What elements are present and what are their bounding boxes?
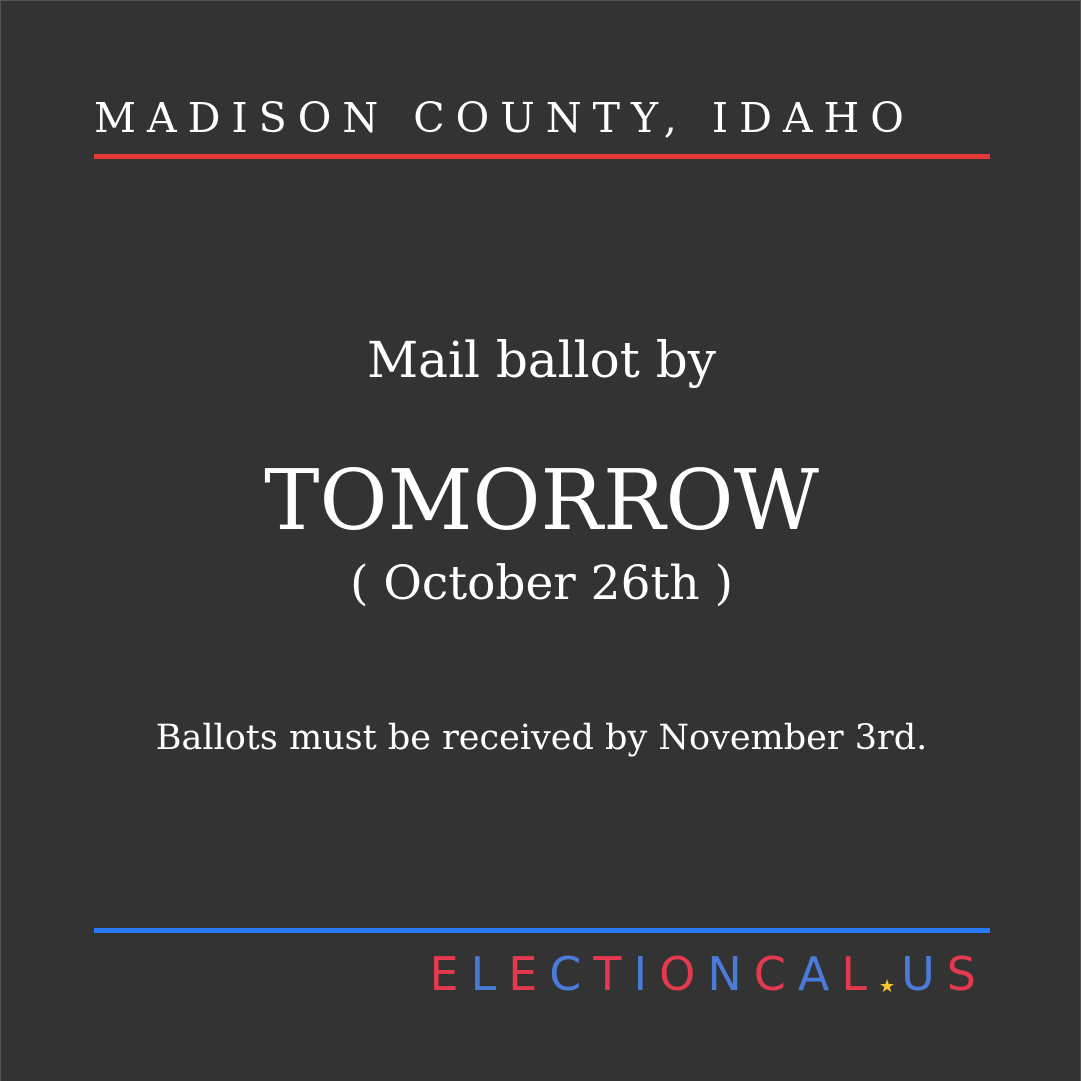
brand-letter: T (593, 947, 634, 1001)
brand-letter: C (753, 947, 798, 1001)
brand-letter: S (946, 947, 988, 1001)
brand-logo: ELECTIONCAL ★ US (430, 947, 989, 1001)
brand-letter: L (841, 947, 879, 1001)
brand-letter: N (707, 947, 754, 1001)
brand-letter: E (508, 947, 550, 1001)
deadline-date: ( October 26th ) (350, 556, 733, 611)
location-title: MADISON COUNTY, IDAHO (94, 94, 915, 142)
brand-letter: E (429, 947, 471, 1001)
brand-letter: L (470, 947, 509, 1001)
brand-letter: I (633, 947, 660, 1001)
top-divider (94, 154, 990, 159)
brand-name: ELECTIONCAL (430, 947, 879, 1001)
poster: MADISON COUNTY, IDAHO Mail ballot by TOM… (0, 0, 1081, 1081)
brand-tld: US (901, 947, 988, 1001)
deadline-word: TOMORROW (264, 452, 819, 549)
bottom-divider (94, 928, 990, 933)
brand-letter: A (797, 947, 842, 1001)
brand-letter: C (549, 947, 594, 1001)
brand-letter: U (901, 947, 947, 1001)
star-icon: ★ (878, 976, 896, 997)
brand-letter: O (659, 947, 708, 1001)
received-note: Ballots must be received by November 3rd… (155, 718, 928, 758)
lead-text: Mail ballot by (366, 331, 717, 389)
